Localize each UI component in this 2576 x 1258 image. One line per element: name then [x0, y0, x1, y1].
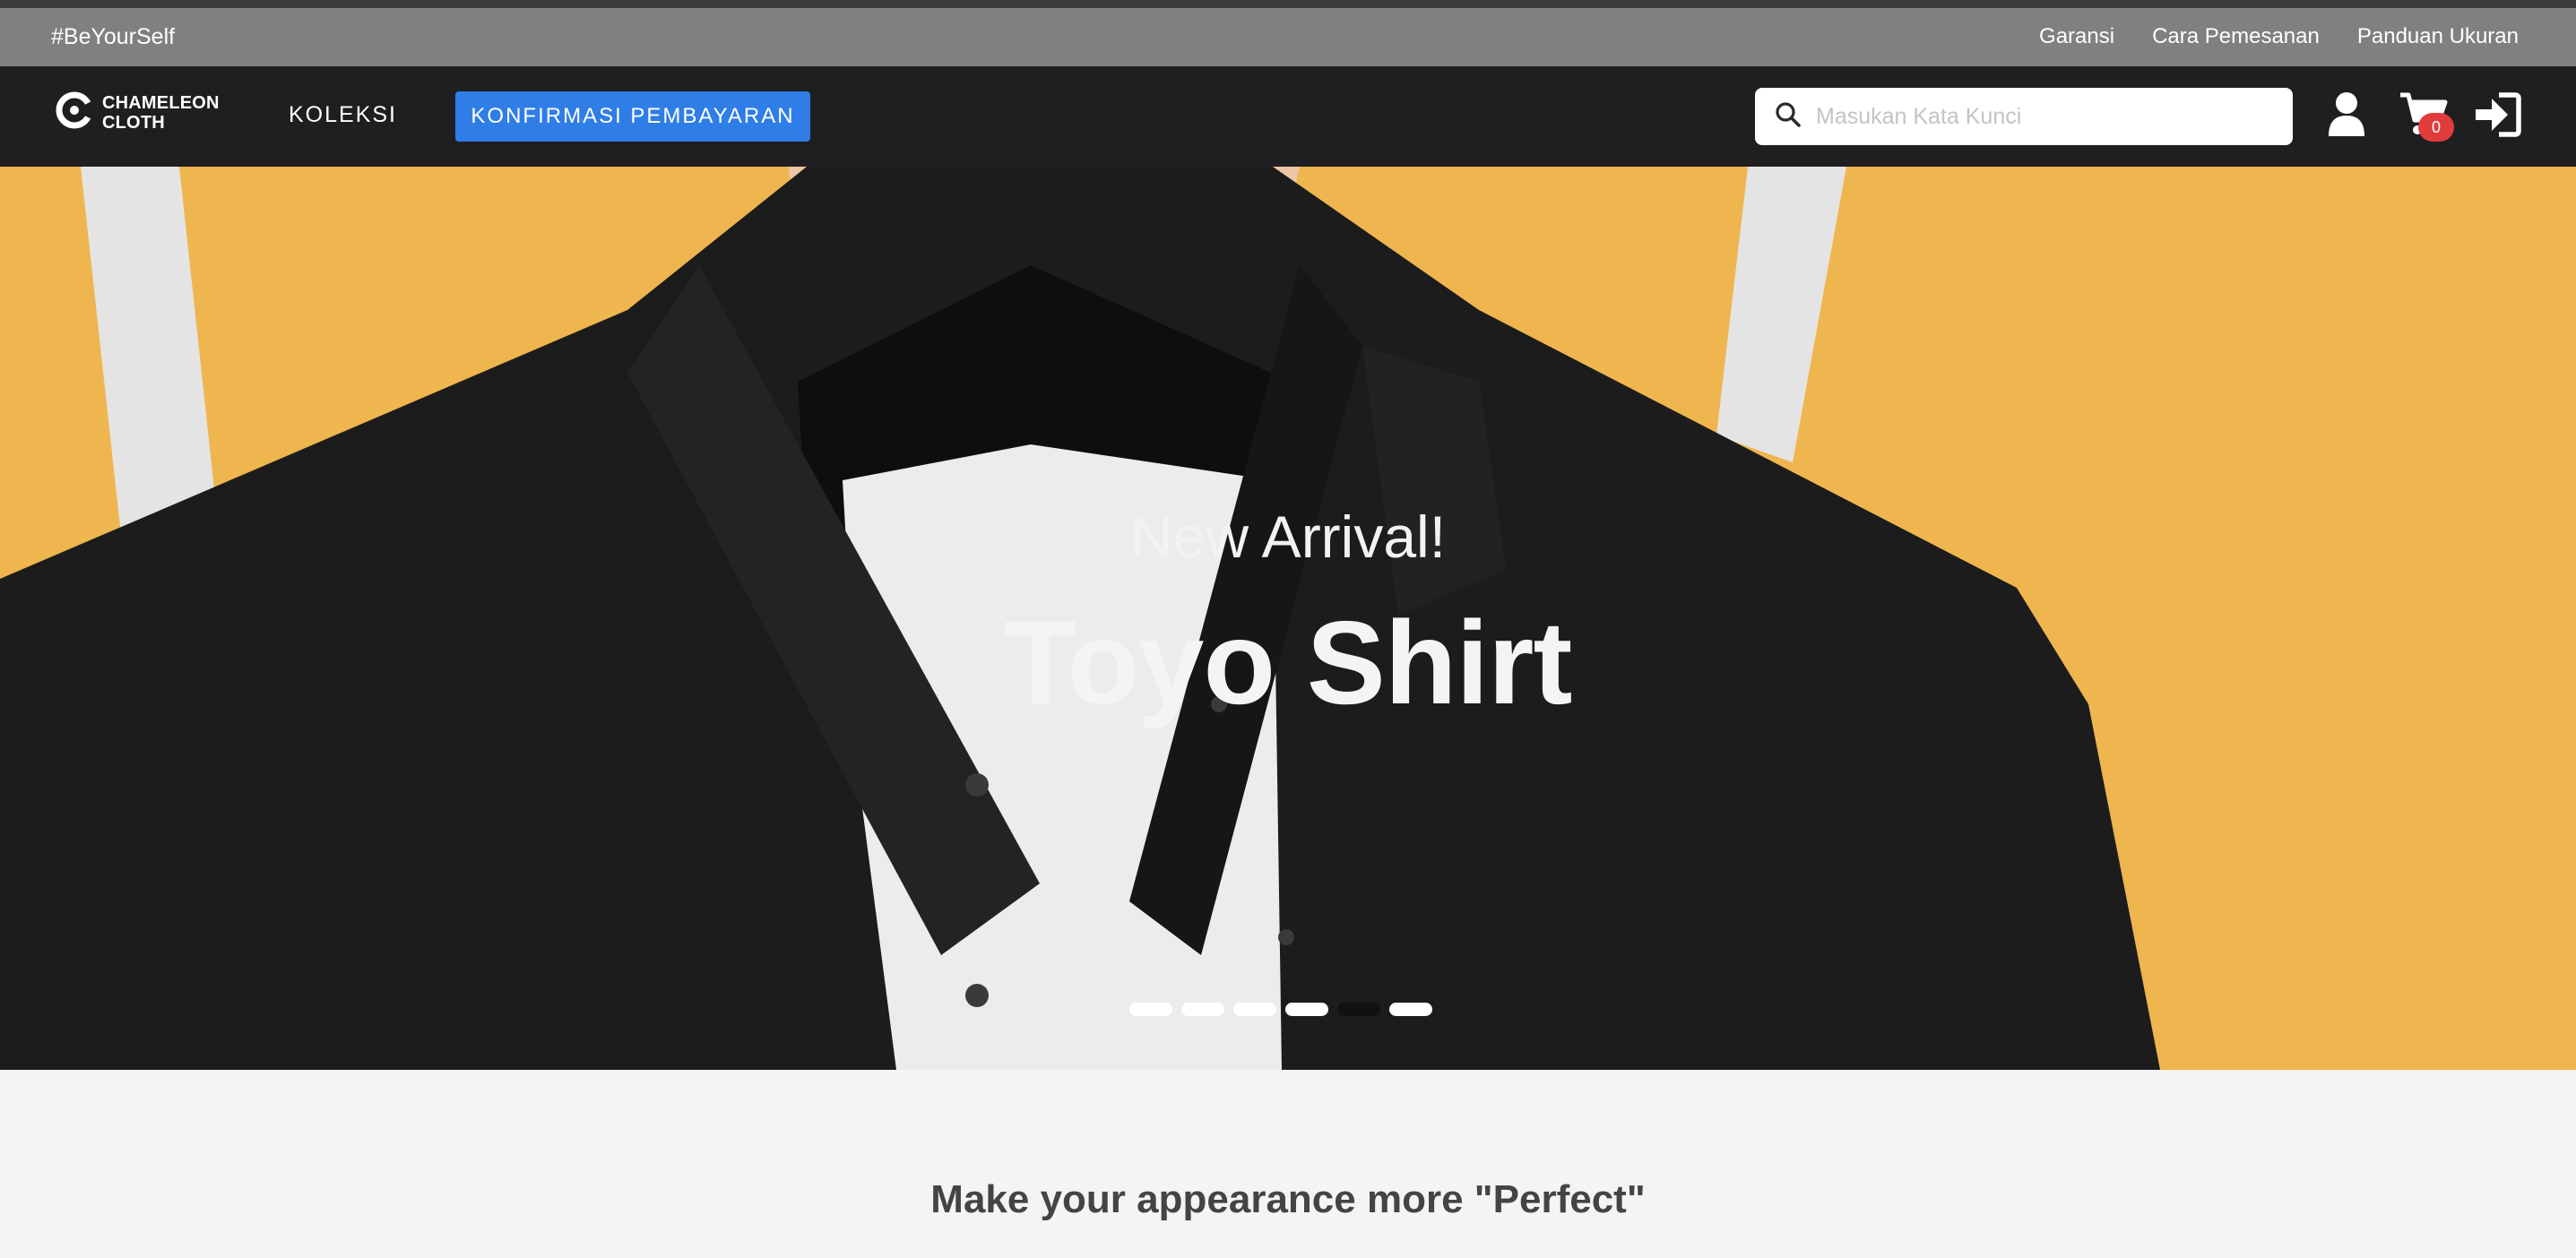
section-title: Make your appearance more "Perfect" [930, 1177, 1646, 1221]
user-icon[interactable] [2327, 91, 2366, 142]
window-top-strip [0, 0, 2576, 8]
top-links: Garansi Cara Pemesanan Panduan Ukuran [2039, 24, 2519, 49]
hero-title: Toyo Shirt [1004, 597, 1573, 728]
chameleon-logo-icon [56, 91, 93, 134]
main-navbar: CHAMELEON CLOTH KOLEKSI KONFIRMASI PEMBA… [0, 66, 2576, 167]
carousel-dot-6[interactable] [1389, 1003, 1432, 1016]
intro-section: Make your appearance more "Perfect" [0, 1070, 2576, 1258]
hero-carousel[interactable]: New Arrival! Toyo Shirt [0, 167, 2576, 1070]
cart-count-badge: 0 [2418, 113, 2454, 142]
carousel-indicators [1129, 1003, 1432, 1016]
nav-koleksi[interactable]: KOLEKSI [289, 102, 397, 128]
carousel-dot-3[interactable] [1233, 1003, 1276, 1016]
carousel-dot-1[interactable] [1129, 1003, 1172, 1016]
carousel-dot-4[interactable] [1285, 1003, 1328, 1016]
carousel-dot-5[interactable] [1337, 1003, 1380, 1016]
konfirmasi-pembayaran-button[interactable]: KONFIRMASI PEMBAYARAN [455, 91, 810, 142]
brand-name: CHAMELEON CLOTH [102, 92, 220, 133]
hero-subtitle: New Arrival! [1129, 504, 1447, 570]
announcement-bar: #BeYourSelf Garansi Cara Pemesanan Pandu… [0, 8, 2576, 66]
search-box[interactable] [1755, 88, 2293, 145]
search-input[interactable] [1816, 103, 2282, 130]
link-garansi[interactable]: Garansi [2039, 24, 2114, 49]
link-cara-pemesanan[interactable]: Cara Pemesanan [2152, 24, 2320, 49]
link-panduan-ukuran[interactable]: Panduan Ukuran [2357, 24, 2519, 49]
brand-tagline: #BeYourSelf [51, 24, 176, 49]
brand-logo[interactable]: CHAMELEON CLOTH [56, 91, 220, 134]
login-icon[interactable] [2474, 91, 2522, 142]
search-icon[interactable] [1775, 101, 1802, 133]
carousel-dot-2[interactable] [1181, 1003, 1224, 1016]
